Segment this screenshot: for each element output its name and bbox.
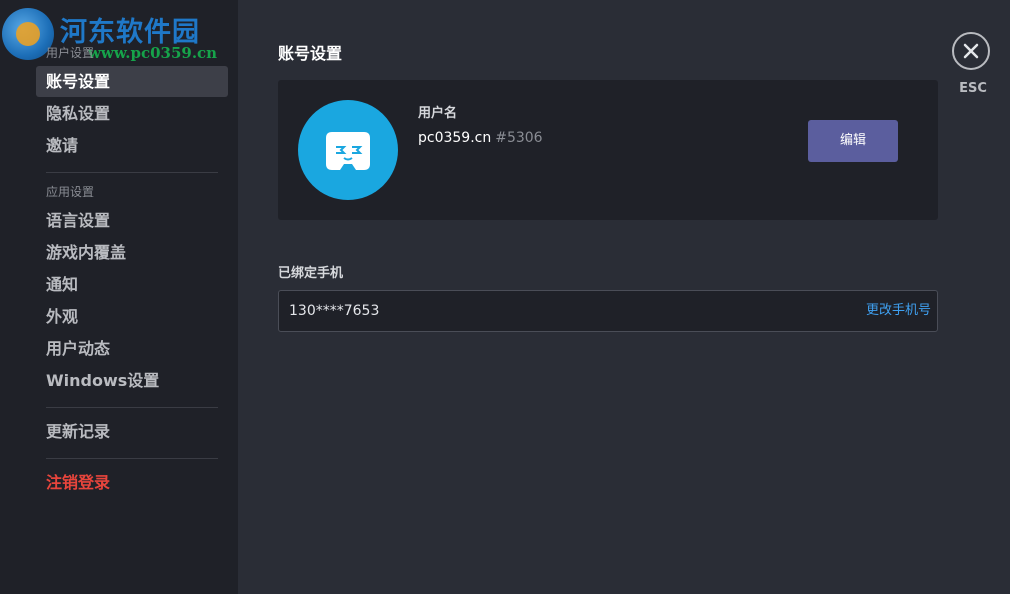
profile-card: 用户名 pc0359.cn #5306 编辑 [278,80,938,220]
sidebar-item-changelog[interactable]: 更新记录 [36,416,228,447]
username-text: pc0359.cn [418,130,492,146]
page-title: 账号设置 [278,44,343,63]
sidebar-item-appearance[interactable]: 外观 [36,301,228,332]
username: pc0359.cn #5306 [418,130,543,146]
sidebar-item-invite[interactable]: 邀请 [36,130,228,161]
sidebar-divider [46,458,218,459]
change-phone-link[interactable]: 更改手机号 [866,291,931,331]
sidebar-item-overlay[interactable]: 游戏内覆盖 [36,237,228,268]
sidebar-item-account[interactable]: 账号设置 [36,66,228,97]
avatar[interactable] [298,100,398,200]
sidebar-item-privacy[interactable]: 隐私设置 [36,98,228,129]
sidebar-item-notifications[interactable]: 通知 [36,269,228,300]
close-icon [963,43,979,59]
watermark: 河东软件园 www.pc0359.cn [0,4,240,64]
sidebar-divider [46,407,218,408]
sidebar-item-activity[interactable]: 用户动态 [36,333,228,364]
phone-label: 已绑定手机 [278,266,344,281]
esc-label: ESC [959,81,987,96]
sidebar-item-windows[interactable]: Windows设置 [36,365,228,396]
gamepad-face-icon [326,132,370,170]
sidebar-item-language[interactable]: 语言设置 [36,205,228,236]
section-header-app: 应用设置 [46,185,95,199]
sidebar: 河东软件园 www.pc0359.cn 用户设置 账号设置 隐私设置 邀请 应用… [0,0,238,594]
main-content: 账号设置 用户名 pc0359.cn #5306 编辑 已绑定手机 130****… [238,0,1010,594]
sidebar-divider [46,172,218,173]
edit-button[interactable]: 编辑 [808,120,898,162]
watermark-url: www.pc0359.cn [88,44,218,62]
user-discriminator: #5306 [495,130,543,146]
sidebar-item-logout[interactable]: 注销登录 [36,467,228,498]
close-button[interactable] [952,32,990,70]
phone-field: 130****7653 更改手机号 [278,290,938,332]
section-header-user: 用户设置 [46,46,95,60]
phone-value: 130****7653 [289,303,380,319]
username-label: 用户名 [418,106,458,121]
